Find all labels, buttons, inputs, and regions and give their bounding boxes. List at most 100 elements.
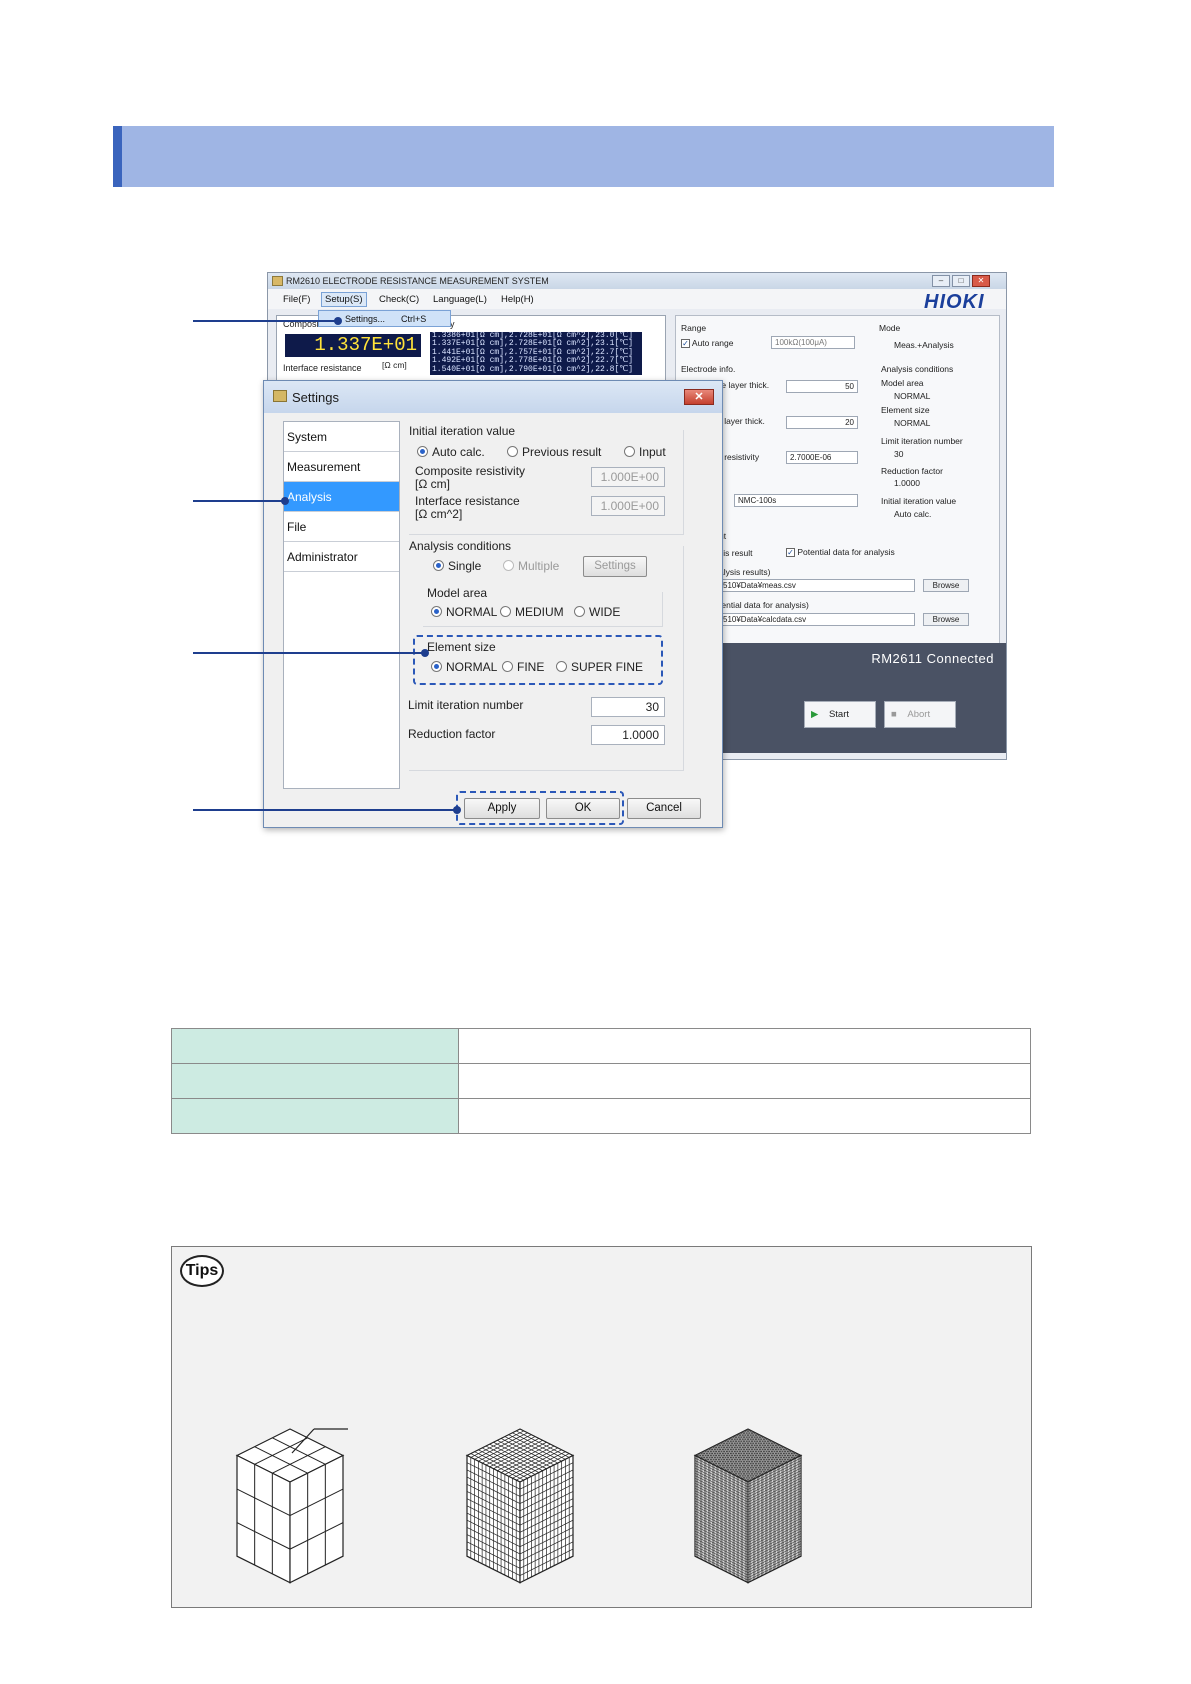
menu-file[interactable]: File(F) [283, 294, 310, 305]
model-normal-radio[interactable]: NORMAL [431, 605, 497, 619]
minimize-icon[interactable]: – [932, 275, 950, 287]
elem-fine-label: FINE [517, 660, 545, 674]
menu-check[interactable]: Check(C) [379, 294, 419, 305]
apply-button[interactable]: Apply [464, 798, 540, 819]
reduction-factor-input[interactable]: 1.0000 [591, 725, 665, 745]
close-icon[interactable]: ✕ [684, 389, 714, 405]
model-wide-radio[interactable]: WIDE [574, 605, 620, 619]
app-icon [272, 276, 283, 286]
app-window-title: RM2610 ELECTRODE RESISTANCE MEASUREMENT … [286, 276, 549, 286]
potential-data-checkbox[interactable]: ✓ Potential data for analysis [786, 547, 895, 558]
previous-result-label: Previous result [522, 445, 602, 459]
composite-resistivity-input[interactable]: 1.000E+00 [591, 467, 665, 487]
previous-result-radio[interactable]: Previous result [507, 445, 601, 459]
close-icon[interactable]: ✕ [972, 275, 990, 287]
table-row [171, 1098, 1031, 1134]
ok-button[interactable]: OK [546, 798, 620, 819]
input-label: Input [639, 445, 666, 459]
range-label: Range [681, 323, 707, 333]
auto-calc-radio[interactable]: Auto calc. [417, 445, 485, 459]
interface-resistance-text: Interface resistance [415, 494, 520, 508]
table-key-cell [171, 1028, 459, 1064]
table-value-cell [458, 1028, 1031, 1064]
menu-setup[interactable]: Setup(S) [321, 292, 367, 307]
model-normal-label: NORMAL [446, 605, 498, 619]
radio-off-icon [507, 446, 518, 457]
multiple-settings-button[interactable]: Settings [583, 556, 647, 577]
cancel-button[interactable]: Cancel [627, 798, 701, 819]
table-value-cell [458, 1098, 1031, 1134]
abort-label: Abort [907, 709, 931, 720]
single-radio[interactable]: Single [433, 559, 481, 573]
limit-iteration-input[interactable]: 30 [591, 697, 665, 717]
browse-button[interactable]: Browse [923, 613, 969, 626]
potential-data-label: Potential data for analysis [797, 547, 895, 557]
stop-icon: ■ [891, 709, 897, 720]
multiple-label: Multiple [518, 559, 560, 573]
composite-resistivity-label: Composite resistivity [Ω cm] [415, 465, 525, 491]
initial-iteration-heading: Initial iteration value [409, 424, 516, 438]
app-icon [273, 390, 287, 402]
auto-range-label: Auto range [691, 338, 734, 348]
layer-thick-input[interactable]: 50 [786, 380, 858, 393]
interface-resistance-input[interactable]: 1.000E+00 [591, 496, 665, 516]
nav-administrator[interactable]: Administrator [284, 542, 399, 572]
composite-unit: [Ω cm] [415, 477, 450, 491]
elem-normal-radio[interactable]: NORMAL [431, 660, 497, 674]
sample-name-input[interactable]: NMC-100s [734, 494, 858, 507]
menu-bar: File(F) Setup(S) Check(C) Language(L) He… [268, 289, 1006, 313]
abort-button[interactable]: ■ Abort [884, 701, 956, 728]
composite-resistivity-text: Composite resistivity [415, 464, 526, 478]
check-icon: ✓ [681, 339, 690, 349]
nav-file[interactable]: File [284, 512, 399, 542]
nav-measurement[interactable]: Measurement [284, 452, 399, 482]
table-row [171, 1028, 1031, 1064]
model-wide-label: WIDE [589, 605, 621, 619]
input-radio[interactable]: Input [624, 445, 666, 459]
single-label: Single [448, 559, 482, 573]
limit-iteration-label: Limit iteration number [881, 436, 963, 446]
radio-off-icon [574, 606, 585, 617]
element-size-heading: Element size [427, 640, 496, 654]
analysis-conditions-label: Analysis conditions [881, 364, 954, 374]
callout-line [193, 652, 425, 654]
radio-on-icon [433, 560, 444, 571]
browse-button[interactable]: Browse [923, 579, 969, 592]
element-size-value: NORMAL [894, 418, 931, 428]
start-button[interactable]: ▶ Start [804, 701, 876, 728]
radio-off-icon [503, 560, 514, 571]
callout-line [193, 809, 457, 811]
model-area-heading: Model area [427, 586, 488, 600]
elem-superfine-radio[interactable]: SUPER FINE [556, 660, 643, 674]
analysis-results-path[interactable]: 510¥Data¥meas.csv [719, 579, 915, 592]
element-size-label: Element size [881, 405, 930, 415]
resistivity-select[interactable]: 2.7000E-06 [786, 451, 858, 464]
multiple-radio[interactable]: Multiple [503, 559, 559, 573]
model-medium-radio[interactable]: MEDIUM [500, 605, 564, 619]
radio-off-icon [500, 606, 511, 617]
menu-help[interactable]: Help(H) [501, 294, 534, 305]
nav-system[interactable]: System [284, 422, 399, 452]
maximize-icon[interactable]: □ [952, 275, 970, 287]
potential-data-path[interactable]: 510¥Data¥calcdata.csv [719, 613, 915, 626]
analysis-result-label: sis result [719, 548, 753, 558]
elem-fine-radio[interactable]: FINE [502, 660, 544, 674]
initial-iteration-value: Auto calc. [894, 509, 932, 519]
mode-value: Meas.+Analysis [894, 340, 954, 350]
nav-analysis[interactable]: Analysis [284, 482, 399, 512]
check-icon: ✓ [786, 548, 795, 558]
limit-iteration-value: 30 [894, 449, 904, 459]
limit-iteration-label: Limit iteration number [408, 698, 524, 712]
settings-summary-panel: Range ✓ Auto range 100kΩ(100μA) Mode Mea… [675, 315, 1000, 645]
auto-range-checkbox[interactable]: ✓ Auto range [681, 338, 734, 349]
interface-resistance-label: Interface resistance [283, 363, 362, 373]
elem-normal-label: NORMAL [446, 660, 498, 674]
interface-unit: [Ω cm^2] [415, 507, 463, 521]
dialog-title: Settings [292, 390, 339, 405]
range-select[interactable]: 100kΩ(100μA) [771, 336, 855, 349]
layer-thick-input[interactable]: 20 [786, 416, 858, 429]
measurement-log[interactable]: 1.3386+01[Ω cm],2.728E+01[Ω cm^2],23.0[℃… [430, 332, 642, 375]
menu-language[interactable]: Language(L) [433, 294, 487, 305]
reduction-factor-value: 1.0000 [894, 478, 920, 488]
analysis-settings: Initial iteration value Auto calc. Previ… [408, 421, 709, 789]
